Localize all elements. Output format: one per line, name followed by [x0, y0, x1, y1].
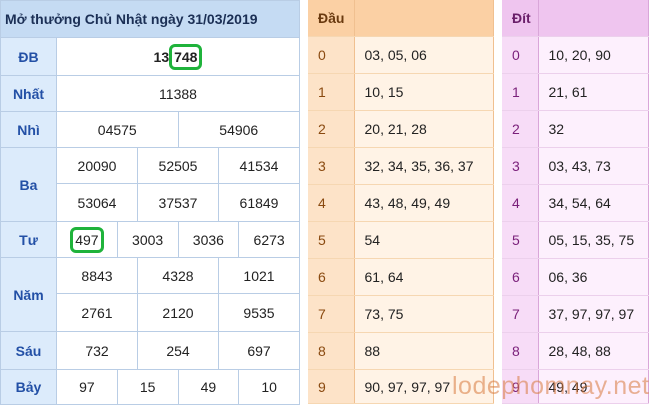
prize-ba-value: 20090 [56, 147, 138, 184]
dau-key: 4 [308, 184, 355, 222]
prize-nam-value: 1021 [218, 257, 300, 294]
dit-values: 03, 43, 73 [538, 147, 649, 185]
prize-label-nam: Năm [0, 257, 57, 332]
dit-values: 37, 97, 97, 97 [538, 295, 649, 333]
divider [494, 0, 502, 403]
dit-values: 10, 20, 90 [538, 36, 649, 74]
dau-values: 03, 05, 06 [354, 36, 494, 74]
dit-key: 6 [502, 258, 539, 296]
dau-key: 9 [308, 369, 355, 404]
prize-label-ba: Ba [0, 147, 57, 222]
results-table: Mở thưởng Chủ Nhật ngày 31/03/2019 ĐB 13… [0, 0, 300, 405]
dit-key: 2 [502, 110, 539, 148]
dit-values: 21, 61 [538, 73, 649, 111]
prize-label-sau: Sáu [0, 331, 57, 370]
dit-key: 4 [502, 184, 539, 222]
prize-tu-value: 6273 [238, 221, 300, 258]
prize-sau-value: 254 [137, 331, 219, 370]
dit-header: Đít [502, 0, 539, 37]
dau-values: 10, 15 [354, 73, 494, 111]
dau-values: 88 [354, 332, 494, 370]
prize-ba-value: 61849 [218, 183, 300, 222]
dau-header: Đầu [308, 0, 355, 37]
prize-tu-value: 3003 [116, 221, 179, 258]
prize-nam-value: 8843 [56, 257, 138, 294]
dit-key: 0 [502, 36, 539, 74]
dit-key: 3 [502, 147, 539, 185]
prize-nhi-value: 54906 [177, 111, 300, 148]
prize-db-value: 13 748 [56, 37, 300, 76]
prize-label-nhat: Nhất [0, 75, 57, 112]
prize-label-nhi: Nhì [0, 111, 57, 148]
divider [300, 0, 308, 403]
prize-ba-value: 41534 [218, 147, 300, 184]
prize-db-prefix: 13 [153, 48, 170, 65]
dit-values: 06, 36 [538, 258, 649, 296]
prize-ba-value: 53064 [56, 183, 138, 222]
prize-bay-value: 10 [238, 369, 300, 405]
dau-key: 7 [308, 295, 355, 333]
prize-sau-value: 697 [218, 331, 300, 370]
prize-ba-value: 37537 [137, 183, 219, 222]
dit-header-blank [538, 0, 649, 37]
prize-sau-value: 732 [56, 331, 138, 370]
prize-nam-value: 4328 [137, 257, 219, 294]
results-title: Mở thưởng Chủ Nhật ngày 31/03/2019 [0, 0, 300, 38]
watermark-text: lodephomnay.net [452, 372, 649, 400]
dau-values: 43, 48, 49, 49 [354, 184, 494, 222]
dau-values: 61, 64 [354, 258, 494, 296]
prize-nam-value: 9535 [218, 293, 300, 332]
dit-key: 5 [502, 221, 539, 259]
dau-values: 20, 21, 28 [354, 110, 494, 148]
dau-key: 6 [308, 258, 355, 296]
prize-tu-highlight: 497 [70, 226, 104, 253]
prize-ba-value: 52505 [137, 147, 219, 184]
dau-values: 32, 34, 35, 36, 37 [354, 147, 494, 185]
dit-key: 7 [502, 295, 539, 333]
prize-nam-value: 2120 [137, 293, 219, 332]
prize-bay-value: 15 [116, 369, 179, 405]
prize-label-bay: Bảy [0, 369, 57, 405]
dau-key: 0 [308, 36, 355, 74]
prize-bay-value: 97 [56, 369, 118, 405]
dau-key: 8 [308, 332, 355, 370]
prize-nhat-value: 11388 [56, 75, 300, 112]
dit-values: 28, 48, 88 [538, 332, 649, 370]
prize-nhi-value: 04575 [56, 111, 179, 148]
dit-values: 34, 54, 64 [538, 184, 649, 222]
dau-header-blank [354, 0, 494, 37]
dau-table: Đầu 0 03, 05, 06 1 10, 15 2 20, 21, 28 3 32,… [308, 0, 494, 404]
dit-values: 05, 15, 35, 75 [538, 221, 649, 259]
dit-table: Đít 0 10, 20, 90 1 21, 61 2 32 3 03, 43, 73 … [502, 0, 649, 404]
dit-values: 32 [538, 110, 649, 148]
dit-key: 1 [502, 73, 539, 111]
prize-label-tu: Tư [0, 221, 57, 258]
prize-tu-value: 497 [56, 221, 118, 258]
prize-bay-value: 49 [177, 369, 240, 405]
prize-label-db: ĐB [0, 37, 57, 76]
dau-values: 54 [354, 221, 494, 259]
dau-key: 5 [308, 221, 355, 259]
dau-values: 73, 75 [354, 295, 494, 333]
dau-key: 1 [308, 73, 355, 111]
dit-key: 8 [502, 332, 539, 370]
prize-tu-value: 3036 [177, 221, 240, 258]
dau-key: 3 [308, 147, 355, 185]
prize-nam-value: 2761 [56, 293, 138, 332]
prize-db-highlight: 748 [169, 43, 203, 70]
dau-key: 2 [308, 110, 355, 148]
